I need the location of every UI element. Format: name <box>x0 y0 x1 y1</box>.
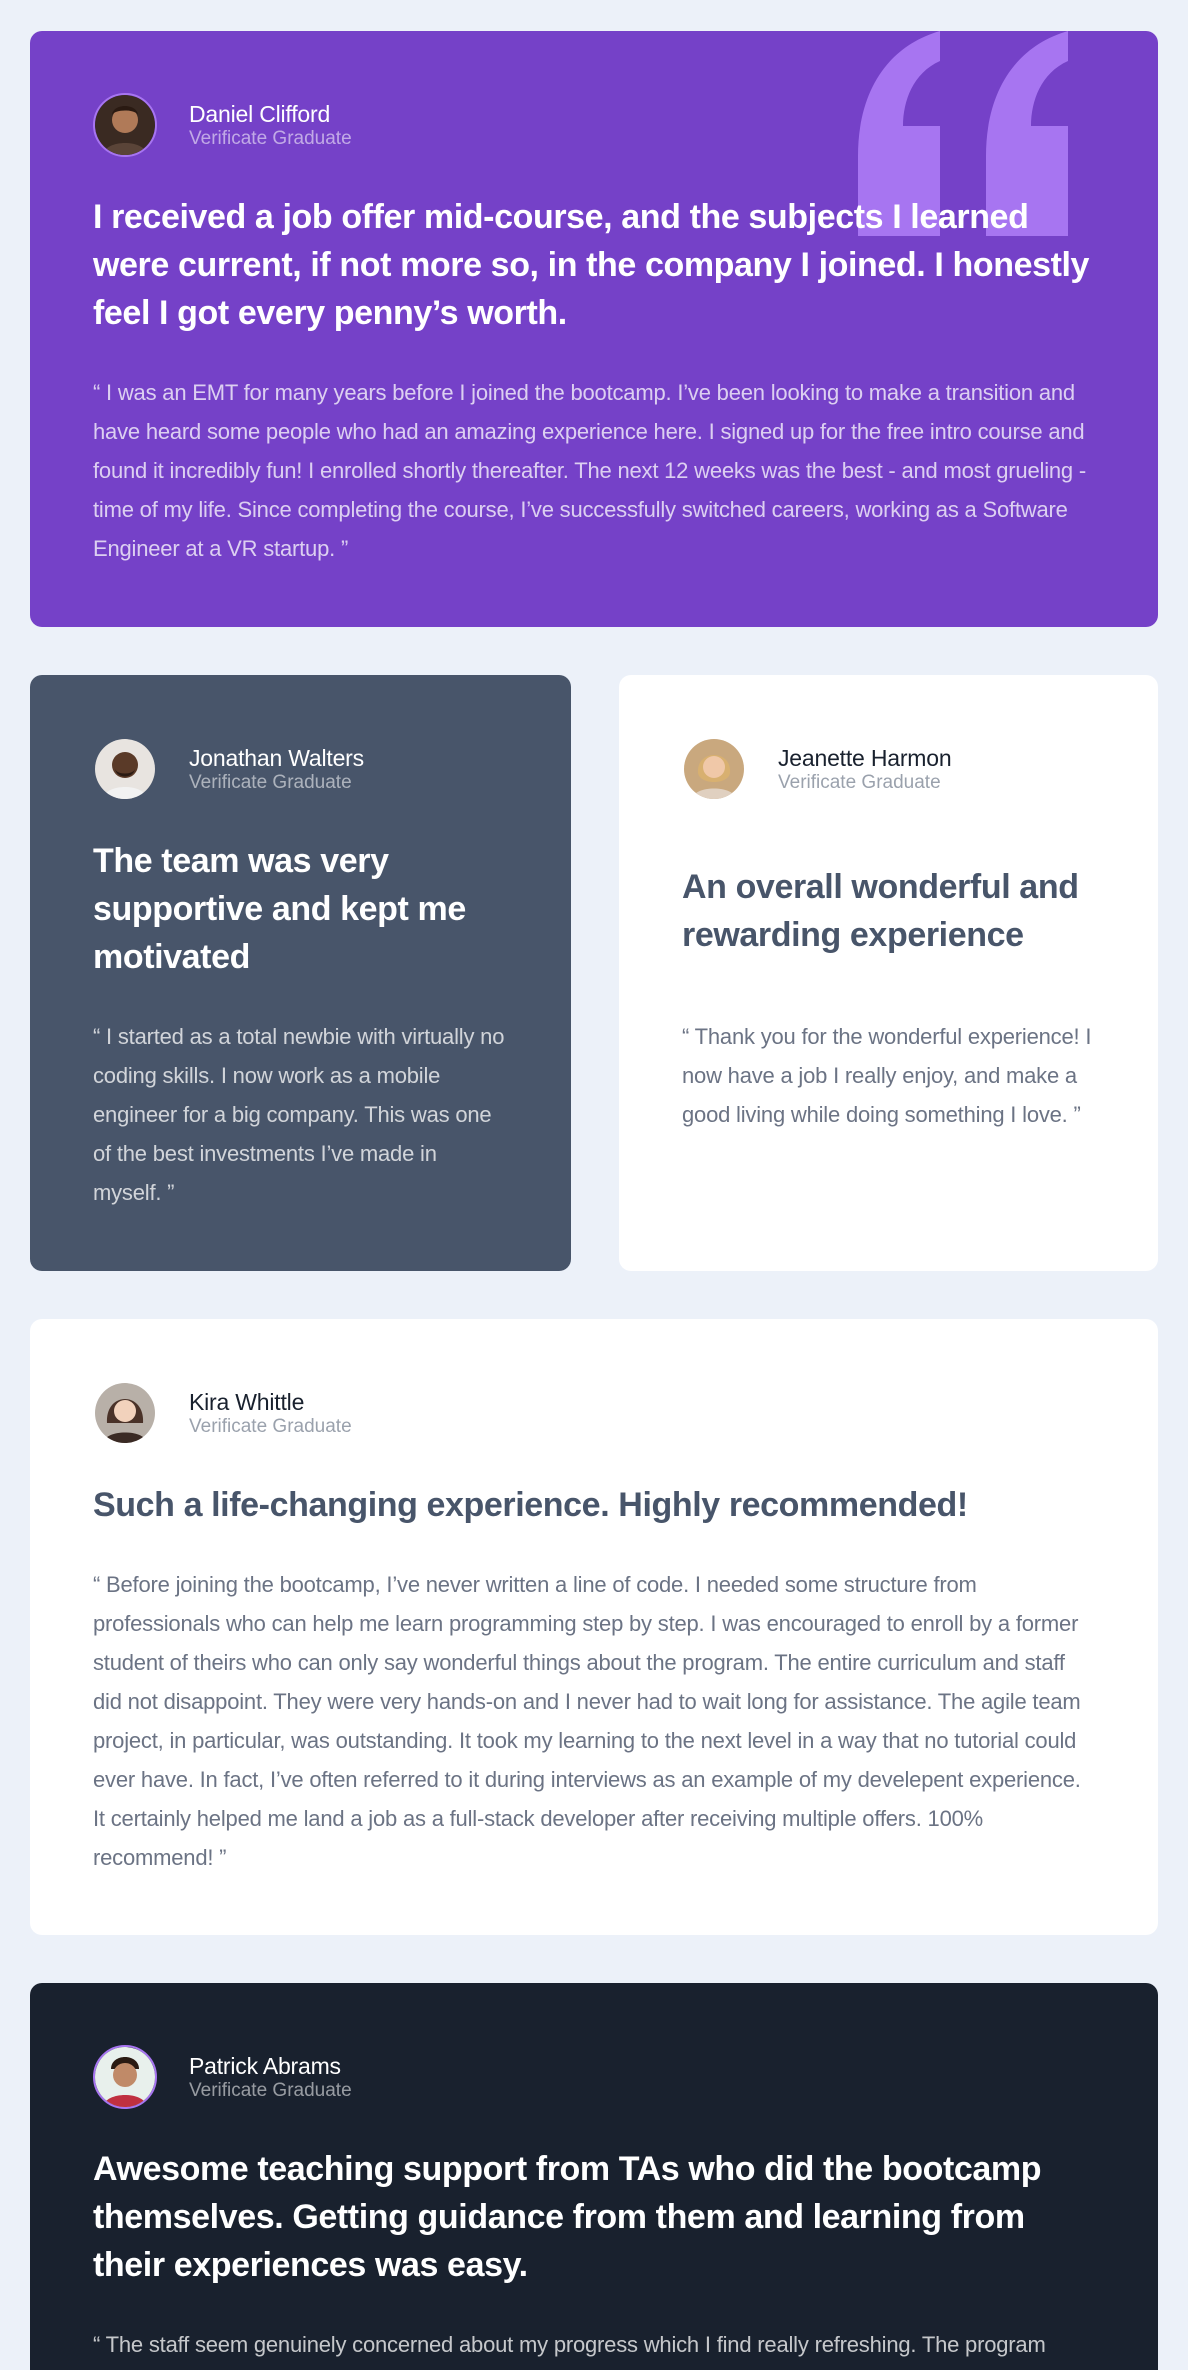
testimonial-headline: An overall wonderful and rewarding exper… <box>682 868 1079 954</box>
avatar <box>93 1381 157 1445</box>
author-name: Kira Whittle <box>189 1389 305 1415</box>
author-name: Patrick Abrams <box>189 2053 341 2079</box>
avatar-icon <box>95 95 155 155</box>
testimonial-headline: Such a life-changing experience. Highly … <box>93 1486 968 1524</box>
author-name: Daniel Clifford <box>189 101 331 127</box>
avatar <box>93 2045 157 2109</box>
testimonial-quote: “ Before joining the bootcamp, I’ve neve… <box>93 1572 1081 1870</box>
testimonial-quote: “ The staff seem genuinely concerned abo… <box>93 2332 1046 2357</box>
testimonial-headline: The team was very supportive and kept me… <box>93 842 466 976</box>
author-role: Verificate Graduate <box>189 1416 352 1437</box>
avatar <box>682 737 746 801</box>
testimonial-card-patrick: Patrick Abrams Verificate Graduate Aweso… <box>30 1983 1158 2370</box>
author-name: Jeanette Harmon <box>778 745 952 771</box>
author-block: Jonathan Walters Verificate Graduate <box>93 737 508 801</box>
avatar <box>93 737 157 801</box>
testimonial-headline: I received a job offer mid-course, and t… <box>93 198 1090 332</box>
avatar <box>93 93 157 157</box>
testimonial-row: Jonathan Walters Verificate Graduate The… <box>30 675 1158 1271</box>
testimonial-quote: “ I was an EMT for many years before I j… <box>93 380 1086 561</box>
author-role: Verificate Graduate <box>189 2080 352 2101</box>
testimonial-quote: “ I started as a total newbie with virtu… <box>93 1024 505 1205</box>
testimonial-headline: Awesome teaching support from TAs who di… <box>93 2150 1042 2284</box>
avatar-icon <box>684 739 744 799</box>
author-role: Verificate Graduate <box>778 772 941 793</box>
testimonial-card-jeanette: Jeanette Harmon Verificate Graduate An o… <box>619 675 1158 1271</box>
author-role: Verificate Graduate <box>189 772 352 793</box>
avatar-icon <box>95 2047 155 2107</box>
author-block: Kira Whittle Verificate Graduate <box>93 1381 1095 1445</box>
testimonials-page: Daniel Clifford Verificate Graduate I re… <box>0 0 1188 2370</box>
author-block: Patrick Abrams Verificate Graduate <box>93 2045 1095 2109</box>
avatar-icon <box>95 1383 155 1443</box>
author-block: Daniel Clifford Verificate Graduate <box>93 93 1095 157</box>
author-role: Verificate Graduate <box>189 128 352 149</box>
author-block: Jeanette Harmon Verificate Graduate <box>682 737 1095 801</box>
testimonial-card-kira: Kira Whittle Verificate Graduate Such a … <box>30 1319 1158 1935</box>
author-name: Jonathan Walters <box>189 745 364 771</box>
avatar-icon <box>95 739 155 799</box>
testimonial-quote: “ Thank you for the wonderful experience… <box>682 1024 1092 1127</box>
testimonial-card-daniel: Daniel Clifford Verificate Graduate I re… <box>30 31 1158 627</box>
testimonial-card-jonathan: Jonathan Walters Verificate Graduate The… <box>30 675 571 1271</box>
